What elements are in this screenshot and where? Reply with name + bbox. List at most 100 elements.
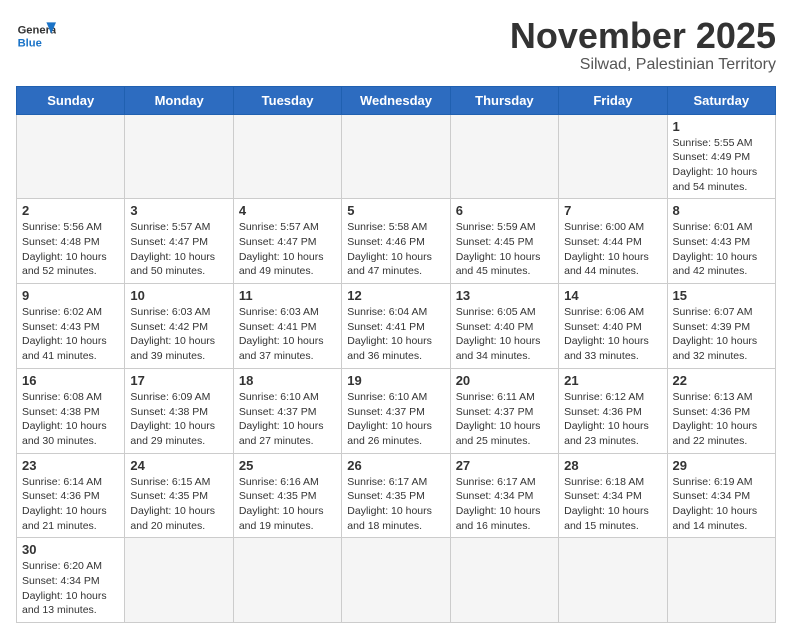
day-info: Sunrise: 6:10 AMSunset: 4:37 PMDaylight:… bbox=[239, 390, 336, 449]
day-number: 20 bbox=[456, 373, 553, 388]
day-number: 2 bbox=[22, 203, 119, 218]
calendar-cell: 30 Sunrise: 6:20 AMSunset: 4:34 PMDayligh… bbox=[17, 538, 125, 623]
calendar-cell bbox=[559, 538, 667, 623]
day-number: 3 bbox=[130, 203, 227, 218]
calendar-cell: 8Sunrise: 6:01 AMSunset: 4:43 PMDaylight… bbox=[667, 199, 775, 284]
calendar-week-row: 16 Sunrise: 6:08 AMSunset: 4:38 PMDayligh… bbox=[17, 368, 776, 453]
day-number: 15 bbox=[673, 288, 770, 303]
day-number: 16 bbox=[22, 373, 119, 388]
calendar-cell: 28 Sunrise: 6:18 AMSunset: 4:34 PMDayligh… bbox=[559, 453, 667, 538]
day-info: Sunrise: 6:18 AMSunset: 4:34 PMDaylight:… bbox=[564, 475, 661, 534]
day-info: Sunrise: 6:09 AMSunset: 4:38 PMDaylight:… bbox=[130, 390, 227, 449]
day-number: 9 bbox=[22, 288, 119, 303]
calendar-cell: 20Sunrise: 6:11 AMSunset: 4:37 PMDayligh… bbox=[450, 368, 558, 453]
day-info: Sunrise: 6:04 AMSunset: 4:41 PMDaylight:… bbox=[347, 305, 444, 364]
day-number: 28 bbox=[564, 458, 661, 473]
day-number: 29 bbox=[673, 458, 770, 473]
day-number: 17 bbox=[130, 373, 227, 388]
column-header-friday: Friday bbox=[559, 86, 667, 114]
day-info: Sunrise: 6:03 AMSunset: 4:41 PMDaylight:… bbox=[239, 305, 336, 364]
day-info: Sunrise: 5:58 AMSunset: 4:46 PMDaylight:… bbox=[347, 220, 444, 279]
day-number: 30 bbox=[22, 542, 119, 557]
day-number: 4 bbox=[239, 203, 336, 218]
day-info: Sunrise: 6:15 AMSunset: 4:35 PMDaylight:… bbox=[130, 475, 227, 534]
day-number: 19 bbox=[347, 373, 444, 388]
day-info: Sunrise: 5:57 AMSunset: 4:47 PMDaylight:… bbox=[130, 220, 227, 279]
calendar-cell: 19 Sunrise: 6:10 AMSunset: 4:37 PMDayligh… bbox=[342, 368, 450, 453]
calendar-cell: 7Sunrise: 6:00 AMSunset: 4:44 PMDaylight… bbox=[559, 199, 667, 284]
column-header-thursday: Thursday bbox=[450, 86, 558, 114]
calendar-cell: 1Sunrise: 5:55 AMSunset: 4:49 PMDaylight… bbox=[667, 114, 775, 199]
day-number: 22 bbox=[673, 373, 770, 388]
calendar-week-row: 30 Sunrise: 6:20 AMSunset: 4:34 PMDayligh… bbox=[17, 538, 776, 623]
calendar-table: SundayMondayTuesdayWednesdayThursdayFrid… bbox=[16, 86, 776, 624]
column-header-sunday: Sunday bbox=[17, 86, 125, 114]
day-info: Sunrise: 6:19 AMSunset: 4:34 PMDaylight:… bbox=[673, 475, 770, 534]
day-info: Sunrise: 6:16 AMSunset: 4:35 PMDaylight:… bbox=[239, 475, 336, 534]
day-number: 21 bbox=[564, 373, 661, 388]
calendar-cell: 23 Sunrise: 6:14 AMSunset: 4:36 PMDayligh… bbox=[17, 453, 125, 538]
day-number: 1 bbox=[673, 119, 770, 134]
day-number: 23 bbox=[22, 458, 119, 473]
calendar-week-row: 1Sunrise: 5:55 AMSunset: 4:49 PMDaylight… bbox=[17, 114, 776, 199]
day-number: 27 bbox=[456, 458, 553, 473]
calendar-cell: 13 Sunrise: 6:05 AMSunset: 4:40 PMDayligh… bbox=[450, 284, 558, 369]
day-info: Sunrise: 5:56 AMSunset: 4:48 PMDaylight:… bbox=[22, 220, 119, 279]
day-number: 14 bbox=[564, 288, 661, 303]
calendar-cell bbox=[125, 114, 233, 199]
calendar-cell: 24 Sunrise: 6:15 AMSunset: 4:35 PMDayligh… bbox=[125, 453, 233, 538]
calendar-cell bbox=[233, 538, 341, 623]
calendar-cell: 6 Sunrise: 5:59 AMSunset: 4:45 PMDaylight… bbox=[450, 199, 558, 284]
calendar-header-row: SundayMondayTuesdayWednesdayThursdayFrid… bbox=[17, 86, 776, 114]
calendar-cell: 4Sunrise: 5:57 AMSunset: 4:47 PMDaylight… bbox=[233, 199, 341, 284]
calendar-cell bbox=[667, 538, 775, 623]
calendar-cell: 17 Sunrise: 6:09 AMSunset: 4:38 PMDayligh… bbox=[125, 368, 233, 453]
day-number: 5 bbox=[347, 203, 444, 218]
column-header-tuesday: Tuesday bbox=[233, 86, 341, 114]
day-info: Sunrise: 6:12 AMSunset: 4:36 PMDaylight:… bbox=[564, 390, 661, 449]
calendar-cell: 26 Sunrise: 6:17 AMSunset: 4:35 PMDayligh… bbox=[342, 453, 450, 538]
location-subtitle: Silwad, Palestinian Territory bbox=[510, 56, 776, 74]
day-number: 24 bbox=[130, 458, 227, 473]
calendar-cell: 27Sunrise: 6:17 AMSunset: 4:34 PMDayligh… bbox=[450, 453, 558, 538]
day-info: Sunrise: 6:14 AMSunset: 4:36 PMDaylight:… bbox=[22, 475, 119, 534]
calendar-cell bbox=[233, 114, 341, 199]
day-info: Sunrise: 6:13 AMSunset: 4:36 PMDaylight:… bbox=[673, 390, 770, 449]
svg-text:Blue: Blue bbox=[18, 37, 42, 49]
day-number: 10 bbox=[130, 288, 227, 303]
calendar-cell bbox=[342, 538, 450, 623]
day-number: 13 bbox=[456, 288, 553, 303]
page-header: General Blue November 2025 Silwad, Pales… bbox=[16, 16, 776, 74]
calendar-cell: 29 Sunrise: 6:19 AMSunset: 4:34 PMDayligh… bbox=[667, 453, 775, 538]
column-header-monday: Monday bbox=[125, 86, 233, 114]
day-number: 18 bbox=[239, 373, 336, 388]
day-number: 7 bbox=[564, 203, 661, 218]
calendar-week-row: 23 Sunrise: 6:14 AMSunset: 4:36 PMDayligh… bbox=[17, 453, 776, 538]
day-info: Sunrise: 6:10 AMSunset: 4:37 PMDaylight:… bbox=[347, 390, 444, 449]
calendar-cell: 22 Sunrise: 6:13 AMSunset: 4:36 PMDayligh… bbox=[667, 368, 775, 453]
calendar-week-row: 9 Sunrise: 6:02 AMSunset: 4:43 PMDaylight… bbox=[17, 284, 776, 369]
day-number: 8 bbox=[673, 203, 770, 218]
day-number: 6 bbox=[456, 203, 553, 218]
day-info: Sunrise: 6:02 AMSunset: 4:43 PMDaylight:… bbox=[22, 305, 119, 364]
day-info: Sunrise: 6:08 AMSunset: 4:38 PMDaylight:… bbox=[22, 390, 119, 449]
day-info: Sunrise: 6:17 AMSunset: 4:35 PMDaylight:… bbox=[347, 475, 444, 534]
day-info: Sunrise: 6:05 AMSunset: 4:40 PMDaylight:… bbox=[456, 305, 553, 364]
day-info: Sunrise: 6:20 AMSunset: 4:34 PMDaylight:… bbox=[22, 559, 119, 618]
day-info: Sunrise: 5:59 AMSunset: 4:45 PMDaylight:… bbox=[456, 220, 553, 279]
day-info: Sunrise: 6:07 AMSunset: 4:39 PMDaylight:… bbox=[673, 305, 770, 364]
day-number: 26 bbox=[347, 458, 444, 473]
calendar-cell: 21 Sunrise: 6:12 AMSunset: 4:36 PMDayligh… bbox=[559, 368, 667, 453]
day-info: Sunrise: 6:03 AMSunset: 4:42 PMDaylight:… bbox=[130, 305, 227, 364]
day-number: 12 bbox=[347, 288, 444, 303]
column-header-saturday: Saturday bbox=[667, 86, 775, 114]
calendar-cell: 3 Sunrise: 5:57 AMSunset: 4:47 PMDaylight… bbox=[125, 199, 233, 284]
calendar-cell: 12 Sunrise: 6:04 AMSunset: 4:41 PMDayligh… bbox=[342, 284, 450, 369]
calendar-cell bbox=[342, 114, 450, 199]
calendar-cell: 16 Sunrise: 6:08 AMSunset: 4:38 PMDayligh… bbox=[17, 368, 125, 453]
calendar-cell bbox=[450, 538, 558, 623]
logo: General Blue bbox=[16, 16, 56, 56]
calendar-cell: 10 Sunrise: 6:03 AMSunset: 4:42 PMDayligh… bbox=[125, 284, 233, 369]
calendar-cell: 25Sunrise: 6:16 AMSunset: 4:35 PMDayligh… bbox=[233, 453, 341, 538]
calendar-cell: 9 Sunrise: 6:02 AMSunset: 4:43 PMDaylight… bbox=[17, 284, 125, 369]
